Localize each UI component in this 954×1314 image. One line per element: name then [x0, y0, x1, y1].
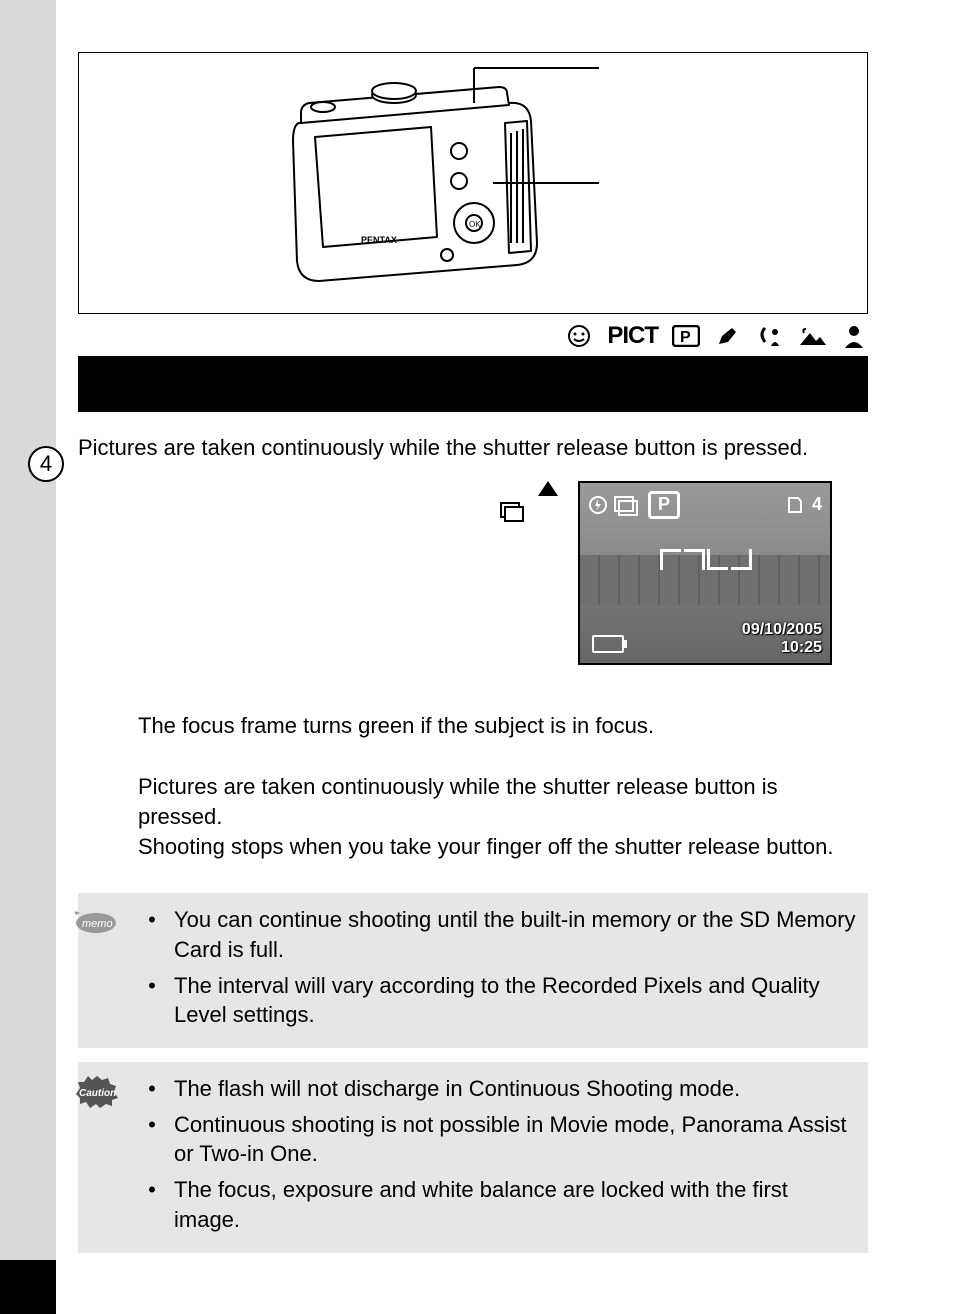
manual-page: 4: [0, 0, 954, 1314]
step3-text: Pictures are taken continuously while th…: [138, 772, 868, 861]
lcd-mode-indicator: P: [648, 491, 680, 519]
lcd-preview: P 4 09/10/2005 10:25: [578, 481, 828, 661]
step3-text-b: Shooting stops when you take your finger…: [138, 834, 833, 859]
pencil-mode-icon: [714, 324, 742, 348]
mode-icon-row: PICT P: [78, 322, 868, 350]
intro-text: Pictures are taken continuously while th…: [78, 434, 868, 463]
battery-icon: [592, 635, 624, 653]
section-number: 4: [40, 451, 52, 477]
left-margin-strip: [0, 0, 56, 1260]
bottom-corner-block: [0, 1260, 56, 1314]
memo-box: memo You can continue shooting until the…: [78, 893, 868, 1048]
caution-list: The flash will not discharge in Continuo…: [168, 1074, 856, 1234]
step2-text: The focus frame turns green if the subje…: [138, 711, 868, 741]
memo-item: The interval will vary according to the …: [168, 971, 856, 1030]
step1-row: P 4 09/10/2005 10:25: [78, 481, 868, 661]
camera-illustration: OK PENTAX: [279, 63, 619, 303]
shots-remaining: 4: [812, 494, 822, 515]
up-arrow-icon: [538, 481, 558, 496]
svg-text:OK: OK: [469, 220, 481, 229]
focus-frame: [660, 549, 752, 611]
lcd-top-row: P 4: [588, 491, 822, 519]
body-text: The focus frame turns green if the subje…: [78, 711, 868, 862]
caution-item: The focus, exposure and white balance ar…: [168, 1175, 856, 1234]
program-mode-icon: P: [672, 324, 700, 348]
landscape-mode-icon: [798, 324, 826, 348]
memo-item: You can continue shooting until the buil…: [168, 905, 856, 964]
portrait-mode-icon: [840, 324, 868, 348]
camera-diagram-box: OK PENTAX: [78, 52, 868, 314]
memo-label: memo: [72, 905, 120, 935]
lcd-time: 10:25: [781, 639, 822, 657]
lcd-date: 09/10/2005: [742, 621, 822, 639]
caution-item: The flash will not discharge in Continuo…: [168, 1074, 856, 1104]
continuous-shooting-icon: [500, 502, 522, 520]
card-icon: [786, 496, 804, 514]
section-number-badge: 4: [28, 446, 64, 482]
smiley-mode-icon: [565, 324, 593, 348]
lcd-screen-image: P 4 09/10/2005 10:25: [578, 481, 832, 665]
caution-box: Caution The flash will not discharge in …: [78, 1062, 868, 1252]
section-title-bar: [78, 356, 868, 412]
svg-text:memo: memo: [82, 918, 113, 930]
flash-auto-icon: [588, 495, 608, 515]
continuous-shooting-icon-white: [614, 496, 636, 514]
step3-text-a: Pictures are taken continuously while th…: [138, 774, 778, 829]
svg-text:PENTAX: PENTAX: [361, 235, 397, 245]
night-portrait-mode-icon: [756, 324, 784, 348]
content-area: OK PENTAX PICT P: [78, 0, 868, 1253]
pict-mode-label: PICT: [607, 322, 658, 350]
step1-description: [78, 481, 558, 526]
caution-label: Caution: [72, 1074, 120, 1110]
svg-text:P: P: [680, 329, 691, 346]
caution-item: Continuous shooting is not possible in M…: [168, 1110, 856, 1169]
memo-list: You can continue shooting until the buil…: [168, 905, 856, 1030]
svg-text:Caution: Caution: [79, 1088, 116, 1099]
